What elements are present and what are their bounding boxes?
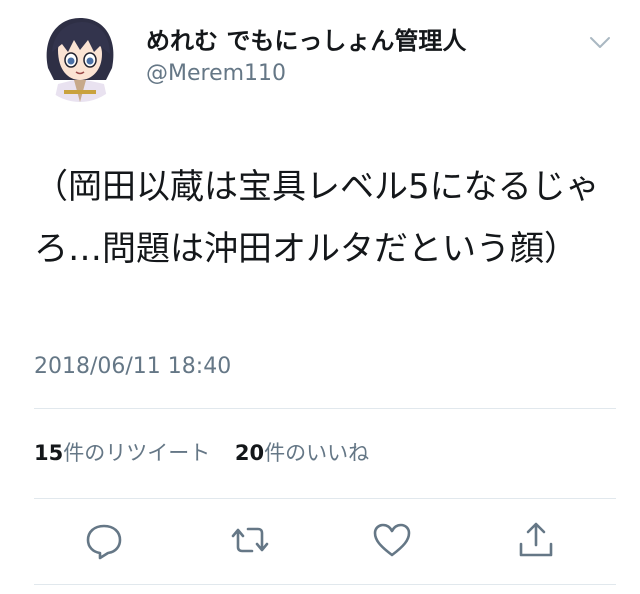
anime-character-avatar-icon — [46, 18, 114, 102]
display-name[interactable]: めれむ でもにっしょん管理人 — [146, 26, 466, 56]
retweet-icon — [231, 527, 269, 553]
retweet-count: 15 — [34, 441, 64, 465]
divider — [34, 498, 616, 499]
tweet-detail: めれむ でもにっしょん管理人 @Merem110 （岡田以蔵は宝具レベル5になる… — [0, 0, 640, 594]
tweet-text: （岡田以蔵は宝具レベル5になるじゃろ…問題は沖田オルタだという顔） — [34, 167, 600, 269]
user-info: めれむ でもにっしょん管理人 @Merem110 — [146, 26, 466, 88]
share-button[interactable] — [516, 520, 556, 560]
retweet-button[interactable] — [230, 520, 270, 560]
user-handle[interactable]: @Merem110 — [146, 60, 466, 88]
tweet-stats: 15件のリツイート 20件のいいね — [34, 438, 387, 468]
like-label: 件のいいね — [264, 441, 370, 465]
like-count: 20 — [234, 441, 265, 465]
reply-button[interactable] — [84, 520, 124, 560]
heart-icon — [373, 523, 411, 557]
chevron-down-icon[interactable] — [588, 30, 612, 54]
reply-icon — [86, 524, 122, 560]
like-stat[interactable]: 20件のいいね — [235, 438, 369, 468]
tweet-timestamp[interactable]: 2018/06/11 18:40 — [34, 352, 231, 382]
divider — [34, 584, 616, 585]
retweet-label: 件のリツイート — [63, 441, 211, 465]
retweet-stat[interactable]: 15件のリツイート — [34, 438, 210, 468]
avatar[interactable] — [34, 10, 126, 102]
share-icon — [519, 522, 553, 557]
divider — [34, 408, 616, 409]
like-button[interactable] — [372, 520, 412, 560]
